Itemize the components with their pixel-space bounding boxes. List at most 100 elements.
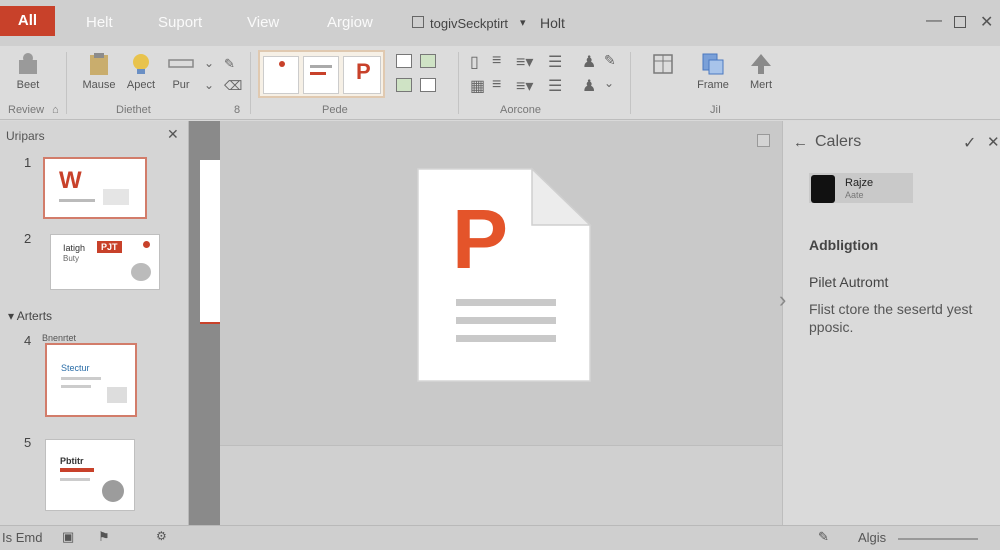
stustics-button[interactable] <box>640 52 686 79</box>
item-chip[interactable]: Rajze Aate <box>809 173 913 203</box>
maximize-icon[interactable] <box>954 16 966 28</box>
align-right-icon[interactable]: ≡▾ <box>516 52 533 72</box>
expand-arrow-icon[interactable]: › <box>779 287 786 313</box>
group-label-ji: JiI <box>710 104 721 116</box>
tab-argiow[interactable]: Argiow <box>327 14 373 31</box>
close-pane-icon[interactable]: ✕ <box>167 126 179 143</box>
clipboard-icon <box>90 53 108 75</box>
arrow-up-icon <box>751 54 771 74</box>
save-icon[interactable]: ▣ <box>62 529 74 545</box>
close-icon[interactable]: ✕ <box>987 133 1000 151</box>
accessibility-icon[interactable]: ⚑ <box>98 529 110 545</box>
person-icon[interactable]: ♟ <box>582 76 596 96</box>
pur-button[interactable]: Pur <box>164 52 198 91</box>
slide-thumbnails-pane: Uripars ✕ 1 W 2 Iatigh Buty PJT ▾ Artert… <box>0 121 189 525</box>
previous-slide-edge <box>200 160 220 324</box>
brush-icon[interactable]: ✎ <box>224 56 235 72</box>
group-launcher-icon[interactable]: ⌂ <box>52 104 59 116</box>
zoom-label: Algis <box>858 530 887 545</box>
back-arrow-icon[interactable]: ← <box>793 134 808 151</box>
settings-icon[interactable]: ⚙ <box>156 529 167 543</box>
group-label-8: 8 <box>234 104 241 116</box>
layout-thumb[interactable] <box>303 56 339 94</box>
align-center-icon[interactable]: ≡ <box>492 52 501 70</box>
mause-label: Mause <box>82 79 116 91</box>
tab-suport[interactable]: Suport <box>158 14 202 31</box>
shape-icon[interactable] <box>420 54 436 68</box>
bullets-icon[interactable]: ☰ <box>548 52 562 72</box>
mause-button[interactable]: Mause <box>78 52 120 91</box>
slide-heading: Pbtitr <box>60 456 84 466</box>
beet-label: Beet <box>16 79 40 91</box>
ribbon-separator <box>250 52 251 114</box>
puzzle-icon <box>19 53 37 74</box>
zoom-slider[interactable] <box>898 538 978 540</box>
justify-icon[interactable]: ≡ <box>492 76 501 94</box>
ribbon: Beet Mause Apect Pur ⌄ ✎ ⌄ ⌫ P ▯ ≡ ≡▾ ☰ … <box>0 46 1000 120</box>
frame-button[interactable]: Frame <box>692 52 734 91</box>
chevron-down-icon[interactable]: ⌄ <box>204 78 214 92</box>
shape-icon[interactable] <box>396 54 412 68</box>
dot-icon <box>143 241 150 248</box>
shape-icon[interactable] <box>420 78 436 92</box>
slide-glyph: W <box>59 167 82 194</box>
chevron-down-icon[interactable]: ⌄ <box>204 56 214 70</box>
checkmark-icon[interactable]: ✓ <box>963 133 976 153</box>
shape-icon[interactable] <box>396 78 412 92</box>
close-icon[interactable]: ✕ <box>980 12 993 32</box>
align-left-icon[interactable]: ▯ <box>470 52 479 72</box>
pen-icon[interactable]: ✎ <box>604 52 616 69</box>
section-heading: Adbligtion <box>809 237 879 253</box>
title-dropdown-icon[interactable]: ▾ <box>520 16 526 29</box>
pane-title: Uripars <box>6 129 45 143</box>
layout-thumb[interactable]: P <box>343 56 381 94</box>
frame-label: Frame <box>697 79 729 91</box>
eraser-icon[interactable]: ⌫ <box>224 78 242 94</box>
checkbox-icon[interactable] <box>757 134 770 147</box>
apect-button[interactable]: Apect <box>124 52 158 91</box>
mert-label: Mert <box>750 79 772 91</box>
slide-thumb-2[interactable]: Iatigh Buty PJT <box>50 234 160 290</box>
layout-gallery[interactable]: P <box>258 50 385 98</box>
apect-label: Apect <box>126 79 156 91</box>
chip-subtitle: Aate <box>845 190 864 200</box>
status-text: Is Emd <box>2 530 43 545</box>
group-label-review: Review <box>8 104 45 116</box>
slide-thumb-4[interactable]: Stectur <box>45 343 137 417</box>
slide-number: 4 <box>24 333 32 348</box>
group-label-diethet: Diethet <box>116 104 151 116</box>
image-placeholder <box>131 263 151 281</box>
indent-icon[interactable]: ☰ <box>548 76 562 96</box>
title-suffix: Holt <box>540 15 565 31</box>
minimize-icon[interactable]: — <box>926 12 942 30</box>
title-bar: All Helt Suport View Argiow togivSeckpti… <box>0 0 1000 46</box>
layout-thumb[interactable] <box>263 56 299 94</box>
section-subheading: Pilet Autromt <box>809 274 889 290</box>
person-icon[interactable]: ♟ <box>582 52 596 72</box>
tab-all[interactable]: All <box>0 6 55 36</box>
task-pane: › ← Calers ✓ ✕ Rajze Aate Adbligtion Pil… <box>779 121 1000 525</box>
grid-icon[interactable]: ▦ <box>470 76 485 96</box>
collapse-icon[interactable]: ▾ <box>8 309 17 323</box>
tab-view[interactable]: View <box>247 14 279 31</box>
chevron-down-icon[interactable]: ⌄ <box>604 76 614 90</box>
group-label-pede: Pede <box>322 104 348 116</box>
beet-button[interactable]: Beet <box>8 52 48 91</box>
slide-thumb-1[interactable]: W <box>43 157 147 219</box>
notes-area[interactable] <box>220 445 782 525</box>
notes-toggle-icon[interactable]: ✎ <box>818 529 829 545</box>
mert-button[interactable]: Mert <box>742 52 780 91</box>
ribbon-separator <box>630 52 631 114</box>
slide-number: 1 <box>24 155 32 170</box>
slide-number: 2 <box>24 231 32 246</box>
section-header[interactable]: ▾ Arterts <box>8 309 52 323</box>
dot-icon <box>279 61 285 67</box>
lightbulb-icon <box>133 54 149 74</box>
tab-helt[interactable]: Helt <box>86 14 113 31</box>
numbering-icon[interactable]: ≡▾ <box>516 76 533 96</box>
ribbon-separator <box>66 52 67 114</box>
slide-thumb-5[interactable]: Pbtitr <box>45 439 135 511</box>
document-title[interactable]: togivSeckptirt <box>430 16 508 31</box>
p-logo-icon: P <box>356 59 371 84</box>
phone-icon <box>811 175 835 203</box>
